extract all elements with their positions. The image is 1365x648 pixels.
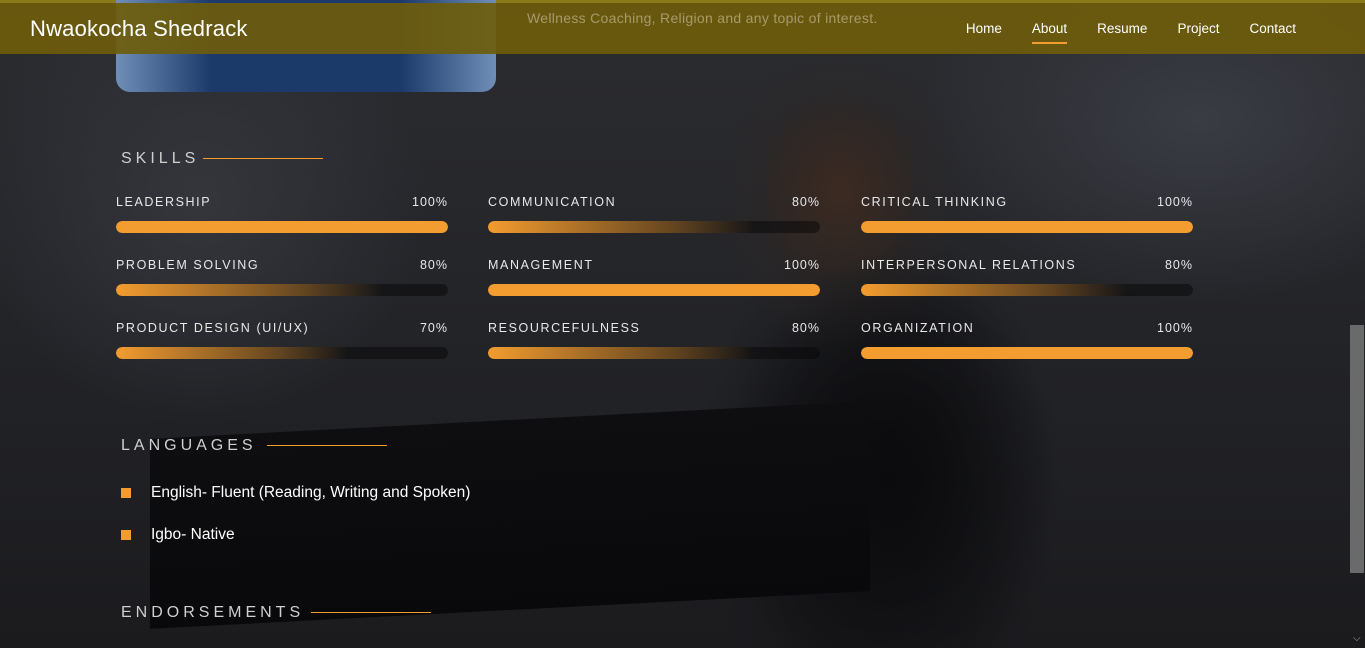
skill-percent: 100% xyxy=(1157,321,1193,335)
skill-name: CRITICAL THINKING xyxy=(861,195,1008,209)
skill-progress-track xyxy=(488,284,820,296)
skill-name: ORGANIZATION xyxy=(861,321,975,335)
skill-name: COMMUNICATION xyxy=(488,195,617,209)
skill-percent: 80% xyxy=(791,321,820,335)
nav-about[interactable]: About xyxy=(1031,21,1068,44)
skill-name: MANAGEMENT xyxy=(488,258,594,272)
skill-progress-track xyxy=(116,284,448,296)
skill-percent: 80% xyxy=(791,195,820,209)
scroll-down-arrow-icon[interactable]: ⌵ xyxy=(1353,633,1361,644)
skill-progress-track xyxy=(861,221,1193,233)
skill-progress-fill xyxy=(116,284,382,296)
nav-contact[interactable]: Contact xyxy=(1249,21,1296,42)
skill-progress-track xyxy=(488,221,820,233)
skill-percent: 100% xyxy=(1157,195,1193,209)
nav-resume[interactable]: Resume xyxy=(1097,21,1147,42)
languages-title-underline xyxy=(267,445,387,446)
skill-percent: 100% xyxy=(412,195,448,209)
skill-progress-fill xyxy=(116,347,349,359)
skills-title: SKILLS xyxy=(121,150,200,167)
skills-title-underline xyxy=(203,158,323,159)
skill-name: INTERPERSONAL RELATIONS xyxy=(861,258,1077,272)
skill-progress-fill xyxy=(861,347,1193,359)
skill-progress-fill xyxy=(861,221,1193,233)
skill-name: RESOURCEFULNESS xyxy=(488,321,641,335)
skill-name: PROBLEM SOLVING xyxy=(116,258,260,272)
about-intro-text: Wellness Coaching, Religion and any topi… xyxy=(527,10,878,26)
nav-project[interactable]: Project xyxy=(1177,21,1219,42)
skill-progress-fill xyxy=(488,284,820,296)
skill-progress-fill xyxy=(116,221,448,233)
language-text: English- Fluent (Reading, Writing and Sp… xyxy=(151,484,471,501)
skill-progress-track xyxy=(488,347,820,359)
scrollbar-thumb[interactable] xyxy=(1350,325,1364,573)
skill-name: LEADERSHIP xyxy=(116,195,212,209)
skill-percent: 80% xyxy=(1164,258,1193,272)
skill-percent: 70% xyxy=(419,321,448,335)
skill-percent: 80% xyxy=(419,258,448,272)
nav-home[interactable]: Home xyxy=(966,21,1002,42)
square-bullet-icon xyxy=(121,530,131,540)
skill-name: PRODUCT DESIGN (UI/UX) xyxy=(116,321,310,335)
skill-progress-fill xyxy=(488,221,754,233)
skill-progress-fill xyxy=(488,347,754,359)
language-item: Igbo- Native xyxy=(121,526,235,544)
skill-progress-fill xyxy=(861,284,1127,296)
endorsements-title-underline xyxy=(311,612,431,613)
main-nav: Home About Resume Project Contact xyxy=(936,21,1296,44)
skill-progress-track xyxy=(861,284,1193,296)
skill-progress-track xyxy=(861,347,1193,359)
languages-title: LANGUAGES xyxy=(121,437,257,454)
podium xyxy=(150,401,870,629)
language-text: Igbo- Native xyxy=(151,526,235,543)
skill-percent: 100% xyxy=(784,258,820,272)
language-item: English- Fluent (Reading, Writing and Sp… xyxy=(121,484,470,502)
page-scrollbar[interactable]: ⌵ xyxy=(1349,0,1365,648)
skill-progress-track xyxy=(116,347,448,359)
square-bullet-icon xyxy=(121,488,131,498)
skill-progress-track xyxy=(116,221,448,233)
endorsements-title: ENDORSEMENTS xyxy=(121,604,305,621)
brand-name[interactable]: Nwaokocha Shedrack xyxy=(30,16,248,42)
